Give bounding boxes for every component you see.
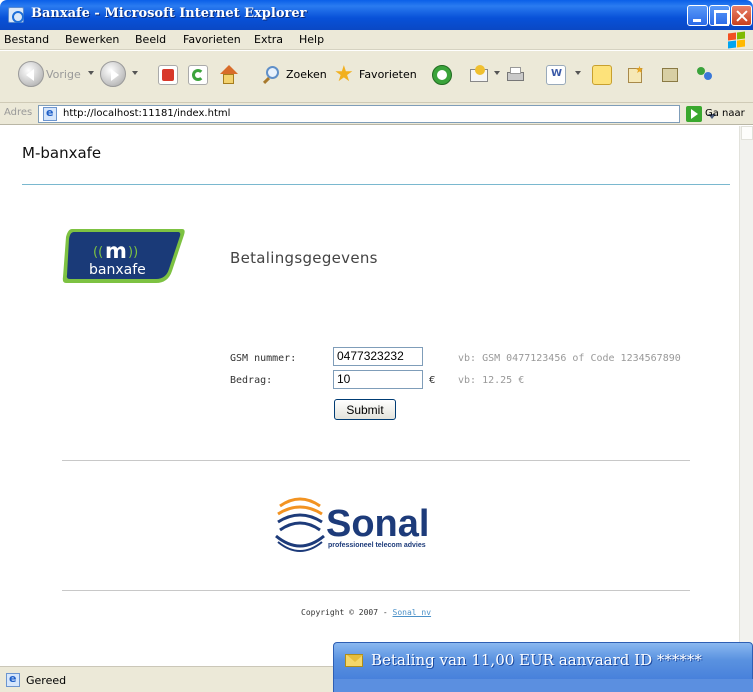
messenger-icon[interactable]: [695, 65, 715, 85]
mail-dropdown-icon[interactable]: [494, 71, 500, 75]
banxafe-logo-mark: m: [105, 239, 127, 263]
amount-hint: vb: 12.25 €: [458, 375, 525, 386]
menu-bar: Bestand Bewerken Beeld Favorieten Extra …: [0, 30, 753, 50]
footer-divider: [62, 590, 690, 591]
window-titlebar[interactable]: Banxafe - Microsoft Internet Explorer: [0, 0, 753, 30]
menu-item-beeld[interactable]: Beeld: [135, 33, 166, 46]
page-icon: [43, 106, 57, 121]
back-icon[interactable]: [18, 61, 44, 87]
menu-item-bestand[interactable]: Bestand: [4, 33, 49, 46]
banxafe-logo: (( m )) banxafe: [62, 227, 186, 285]
search-label[interactable]: Zoeken: [286, 68, 327, 81]
back-label[interactable]: Vorige: [46, 68, 81, 81]
sonal-wordmark: Sonal: [326, 503, 429, 545]
submit-button[interactable]: Submit: [334, 399, 396, 420]
status-text: Gereed: [26, 674, 67, 687]
go-label[interactable]: Ga naar: [705, 108, 745, 119]
gsm-label: GSM nummer:: [230, 353, 297, 364]
forward-icon[interactable]: [100, 61, 126, 87]
favorites-star-icon[interactable]: ★: [334, 64, 354, 86]
gsm-hint: vb: GSM 0477123456 of Code 1234567890: [458, 353, 681, 364]
stop-icon[interactable]: [158, 65, 178, 85]
back-dropdown-icon[interactable]: [88, 71, 94, 75]
page-status-icon: [6, 672, 20, 687]
notification-message: Betaling van 11,00 EUR aanvaard ID *****…: [371, 651, 702, 669]
windows-logo-icon: [726, 31, 746, 49]
amount-input[interactable]: 10: [333, 370, 423, 389]
header-divider: [22, 184, 730, 185]
refresh-icon[interactable]: [188, 65, 208, 85]
amount-label: Bedrag:: [230, 375, 273, 386]
address-bar: Adres http://localhost:11181/index.html …: [0, 103, 753, 125]
page-content: M-banxafe (( m )) banxafe Betalingsgegev…: [0, 126, 739, 666]
close-button[interactable]: [731, 5, 752, 26]
address-url[interactable]: http://localhost:11181/index.html: [63, 108, 230, 119]
menu-item-bewerken[interactable]: Bewerken: [65, 33, 119, 46]
ie-icon: [8, 7, 24, 23]
print-icon[interactable]: [505, 65, 525, 85]
currency-label: €: [429, 375, 436, 386]
go-icon[interactable]: [686, 106, 702, 122]
menu-item-extra[interactable]: Extra: [254, 33, 283, 46]
history-icon[interactable]: [432, 65, 452, 85]
home-icon[interactable]: [218, 65, 238, 85]
page-heading: Betalingsgegevens: [230, 249, 378, 267]
divider: [62, 460, 690, 461]
window-title: Banxafe - Microsoft Internet Explorer: [31, 6, 307, 21]
research-icon[interactable]: ★: [626, 65, 646, 85]
minimize-button[interactable]: [687, 5, 708, 26]
gsm-input[interactable]: 0477323232: [333, 347, 423, 366]
favorites-label[interactable]: Favorieten: [359, 68, 417, 81]
address-label: Adres: [4, 107, 33, 118]
svg-text:)): )): [128, 245, 138, 260]
copyright: Copyright © 2007 - Sonal nv: [301, 608, 431, 617]
media-icon[interactable]: [660, 65, 680, 85]
search-icon[interactable]: [262, 65, 282, 85]
forward-dropdown-icon[interactable]: [132, 71, 138, 75]
vertical-scrollbar[interactable]: [739, 126, 753, 666]
site-title: M-banxafe: [22, 144, 102, 162]
notification-body: [334, 679, 753, 692]
edit-word-icon[interactable]: W: [546, 65, 566, 85]
toolbar: Vorige Zoeken ★ Favorieten W ★: [0, 51, 753, 103]
menu-item-help[interactable]: Help: [299, 33, 324, 46]
menu-item-favorieten[interactable]: Favorieten: [183, 33, 241, 46]
sonal-logo: Sonal professioneel telecom advies: [274, 492, 484, 554]
sonal-link[interactable]: Sonal nv: [393, 608, 432, 617]
svg-text:((: ((: [93, 245, 103, 260]
note-icon[interactable]: [592, 65, 612, 85]
sonal-tagline: professioneel telecom advies: [328, 542, 426, 549]
maximize-button[interactable]: [709, 5, 730, 26]
scroll-up-icon[interactable]: [741, 126, 753, 140]
mail-icon[interactable]: [470, 65, 490, 85]
address-input[interactable]: http://localhost:11181/index.html: [38, 105, 716, 123]
envelope-icon: [345, 654, 363, 667]
edit-dropdown-icon[interactable]: [575, 71, 581, 75]
copyright-text: Copyright © 2007 -: [301, 608, 393, 617]
banxafe-logo-wordmark: banxafe: [89, 262, 146, 278]
payment-notification[interactable]: Betaling van 11,00 EUR aanvaard ID *****…: [333, 642, 753, 692]
